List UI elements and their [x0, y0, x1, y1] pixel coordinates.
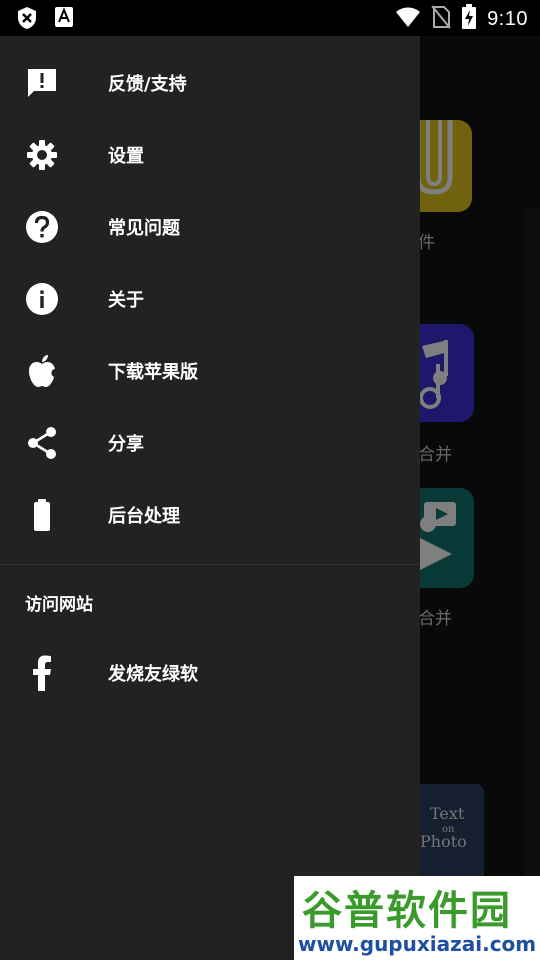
- menu-item-label: 反馈/支持: [108, 74, 187, 95]
- help-icon: [24, 209, 60, 245]
- no-sim-icon: [431, 5, 451, 33]
- wifi-icon: [395, 6, 421, 32]
- divider: [0, 564, 420, 565]
- menu-item-label: 设置: [108, 146, 144, 167]
- menu-item-about[interactable]: 关于: [0, 263, 420, 335]
- menu-item-background-processing[interactable]: 后台处理: [0, 479, 420, 551]
- navigation-drawer: 反馈/支持 设置 常见问题 关于 下载苹果版 分享 后台处理 访问网站 发烧友绿…: [0, 36, 420, 960]
- clock: 9:10: [487, 7, 528, 30]
- gear-icon: [24, 137, 60, 173]
- menu-item-share[interactable]: 分享: [0, 407, 420, 479]
- watermark-title: 谷普软件园: [302, 888, 512, 934]
- info-icon: [24, 281, 60, 317]
- menu-item-settings[interactable]: 设置: [0, 119, 420, 191]
- battery-charging-icon: [461, 4, 477, 34]
- battery-icon: [24, 497, 60, 533]
- apple-icon: [24, 353, 60, 389]
- watermark-url: www.gupuxiazai.com: [298, 932, 537, 956]
- menu-item-download-ios[interactable]: 下载苹果版: [0, 335, 420, 407]
- menu-item-label: 发烧友绿软: [108, 664, 198, 685]
- menu-item-feedback[interactable]: 反馈/支持: [0, 47, 420, 119]
- facebook-icon: [24, 655, 60, 691]
- menu-item-label: 后台处理: [108, 506, 180, 527]
- status-bar: 9:10: [0, 0, 540, 36]
- shield-icon: [16, 6, 38, 34]
- watermark: 谷普软件园 www.gupuxiazai.com: [294, 876, 540, 960]
- menu-item-faq[interactable]: 常见问题: [0, 191, 420, 263]
- menu-item-website-link[interactable]: 发烧友绿软: [0, 637, 420, 709]
- menu-item-label: 关于: [108, 290, 144, 311]
- share-icon: [24, 425, 60, 461]
- feedback-icon: [24, 65, 60, 101]
- menu-item-label: 常见问题: [108, 218, 180, 239]
- font-icon: [54, 6, 74, 34]
- menu-item-label: 分享: [108, 434, 144, 455]
- menu-item-label: 下载苹果版: [108, 362, 198, 383]
- section-title-visit-website: 访问网站: [25, 595, 93, 615]
